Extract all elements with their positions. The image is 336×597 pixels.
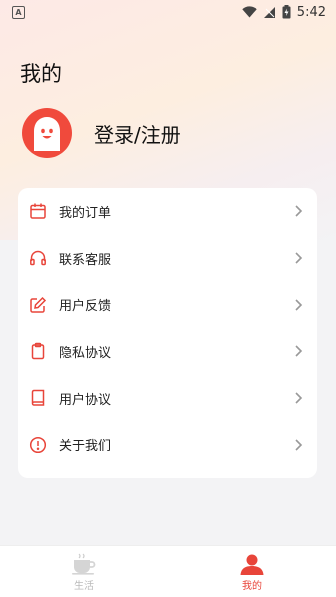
wifi-icon <box>242 6 257 18</box>
menu-item-label: 隐私协议 <box>59 345 112 361</box>
menu-item-label: 我的订单 <box>59 205 112 221</box>
bottom-tab-bar: 生活 我的 <box>0 545 336 597</box>
coffee-cup-icon <box>72 553 96 575</box>
menu-item-user-feedback[interactable]: 用户反馈 <box>18 281 317 328</box>
status-time: 5:42 <box>296 4 326 20</box>
chevron-right-icon <box>295 345 303 357</box>
menu-item-label: 用户反馈 <box>59 299 112 315</box>
menu-item-privacy-agreement[interactable]: 隐私协议 <box>18 328 317 375</box>
login-register-link[interactable]: 登录/注册 <box>94 119 181 148</box>
menu-item-label: 用户协议 <box>59 392 112 408</box>
page-title: 我的 <box>20 62 62 86</box>
tab-mine[interactable]: 我的 <box>168 546 336 597</box>
menu-item-label: 联系客服 <box>59 252 112 268</box>
calendar-icon <box>29 202 47 220</box>
notification-a-icon: A <box>12 5 25 19</box>
book-icon <box>29 389 47 407</box>
headphones-icon <box>29 249 47 267</box>
chevron-right-icon <box>295 205 303 217</box>
battery-icon <box>282 5 291 19</box>
info-alert-icon <box>29 436 47 454</box>
tab-label: 生活 <box>74 581 94 592</box>
chevron-right-icon <box>295 252 303 264</box>
clipboard-icon <box>29 342 47 360</box>
profile-login-area[interactable]: 登录/注册 <box>22 108 181 158</box>
menu-item-my-orders[interactable]: 我的订单 <box>18 188 317 235</box>
signal-icon <box>263 6 275 18</box>
chevron-right-icon <box>295 299 303 311</box>
menu-item-label: 关于我们 <box>59 439 112 455</box>
menu-item-user-agreement[interactable]: 用户协议 <box>18 375 317 422</box>
edit-icon <box>29 296 47 314</box>
menu-item-customer-service[interactable]: 联系客服 <box>18 235 317 282</box>
menu-card: 我的订单 联系客服 用户反馈 隐私协议 用户协议 关于我们 <box>18 188 317 478</box>
chevron-right-icon <box>295 392 303 404</box>
menu-item-about-us[interactable]: 关于我们 <box>18 421 317 468</box>
tab-label: 我的 <box>242 581 262 592</box>
default-avatar-icon <box>34 117 60 151</box>
tab-life[interactable]: 生活 <box>0 546 168 597</box>
avatar[interactable] <box>22 108 72 158</box>
user-icon <box>240 554 264 575</box>
status-bar: A 5:42 <box>0 0 336 24</box>
chevron-right-icon <box>295 439 303 451</box>
